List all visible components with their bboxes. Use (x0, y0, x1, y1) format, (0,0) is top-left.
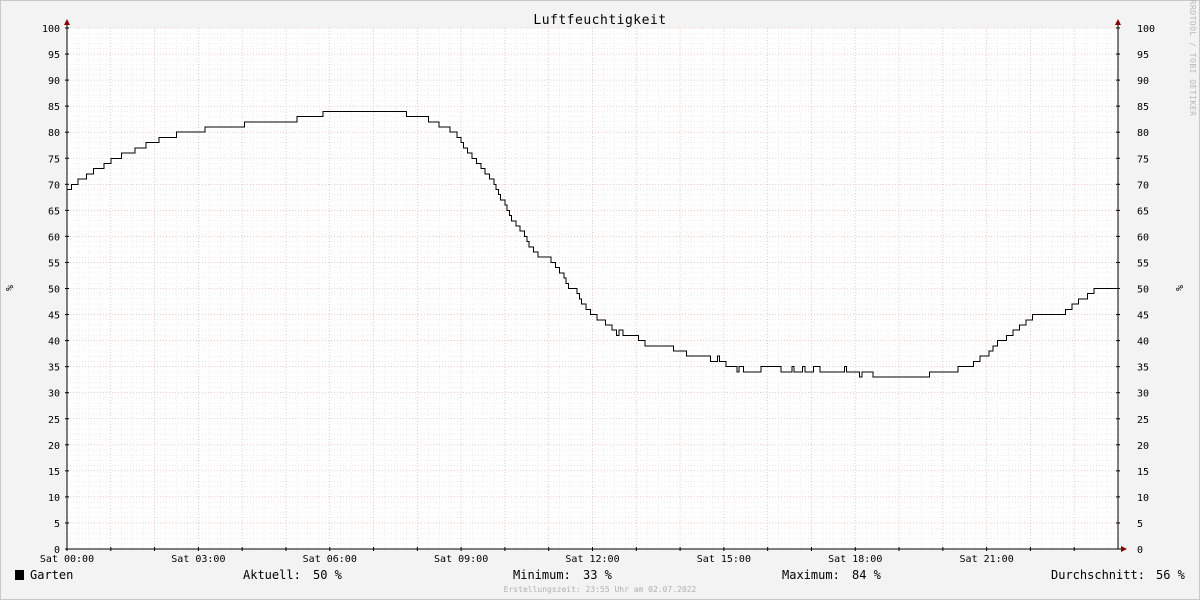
y-tick-label-right: 60 (1137, 232, 1149, 243)
watermark: RRDTOOL / TOBI OETIKER (1188, 0, 1197, 116)
y-axis-unit-left: % (5, 285, 16, 291)
y-tick-label-right: 70 (1137, 180, 1149, 191)
x-tick-label: Sat 00:00 (40, 554, 94, 565)
x-tick-label: Sat 09:00 (434, 554, 488, 565)
legend-current-value: 50 % (313, 568, 343, 582)
x-axis-arrow (1121, 546, 1127, 552)
y-tick-label-left: 90 (48, 76, 60, 87)
legend-min-label: Minimum: (513, 568, 571, 582)
y-tick-label-left: 55 (48, 258, 60, 269)
y-tick-label-left: 70 (48, 180, 60, 191)
y-tick-label-left: 25 (48, 415, 60, 426)
footer-timestamp: Erstellungszeit: 23:55 Uhr am 02.07.2022 (504, 585, 697, 594)
x-tick-label: Sat 12:00 (565, 554, 619, 565)
y-tick-label-right: 95 (1137, 50, 1149, 61)
y-tick-label-left: 40 (48, 337, 60, 348)
chart-title: Luftfeuchtigkeit (533, 13, 666, 28)
y-tick-label-left: 80 (48, 128, 60, 139)
legend-current-label: Aktuell: (243, 568, 301, 582)
y-tick-label-right: 55 (1137, 258, 1149, 269)
x-tick-label: Sat 18:00 (828, 554, 882, 565)
y-tick-label-right: 0 (1137, 545, 1143, 556)
legend-max-value: 84 % (852, 568, 882, 582)
y-tick-label-right: 5 (1137, 519, 1143, 530)
y-tick-label-right: 100 (1137, 24, 1155, 35)
legend-avg-value: 56 % (1156, 568, 1186, 582)
x-tick-label: Sat 21:00 (960, 554, 1014, 565)
y-axis-arrow-right (1115, 19, 1121, 25)
y-tick-label-right: 85 (1137, 102, 1149, 113)
y-axis-arrow-left (64, 19, 70, 25)
y-tick-labels-left: 0510152025303540455055606570758085909510… (42, 24, 60, 556)
y-tick-label-left: 15 (48, 467, 60, 478)
y-tick-label-left: 75 (48, 154, 60, 165)
y-tick-label-left: 50 (48, 285, 60, 296)
y-tick-label-left: 100 (42, 24, 60, 35)
y-axis-unit-right: % (1175, 285, 1186, 291)
y-tick-label-right: 50 (1137, 285, 1149, 296)
x-tick-label: Sat 06:00 (303, 554, 357, 565)
y-tick-label-right: 25 (1137, 415, 1149, 426)
legend-series-name: Garten (30, 568, 73, 582)
y-tick-label-left: 10 (48, 493, 60, 504)
x-tick-label: Sat 03:00 (171, 554, 225, 565)
y-tick-label-right: 40 (1137, 337, 1149, 348)
y-tick-label-right: 45 (1137, 311, 1149, 322)
y-tick-label-right: 65 (1137, 206, 1149, 217)
y-tick-label-left: 95 (48, 50, 60, 61)
y-tick-label-left: 45 (48, 311, 60, 322)
y-tick-label-right: 15 (1137, 467, 1149, 478)
y-tick-label-right: 30 (1137, 389, 1149, 400)
legend-avg-label: Durchschnitt: (1051, 568, 1145, 582)
y-tick-label-left: 60 (48, 232, 60, 243)
y-tick-label-right: 20 (1137, 441, 1149, 452)
y-tick-label-right: 90 (1137, 76, 1149, 87)
x-tick-labels: Sat 00:00 Sat 03:00 Sat 06:00 Sat 09:00 Sat … (40, 554, 1014, 565)
y-tick-label-left: 85 (48, 102, 60, 113)
x-tick-label: Sat 15:00 (697, 554, 751, 565)
humidity-chart: 0 5 10 15 20 25 30 35 40 45 50 55 60 65 70 75 80 85 90 95 10… (5, 0, 1197, 594)
y-tick-label-right: 75 (1137, 154, 1149, 165)
y-tick-label-left: 30 (48, 389, 60, 400)
y-tick-label-left: 65 (48, 206, 60, 217)
legend-max-label: Maximum: (782, 568, 840, 582)
y-tick-label-left: 5 (54, 519, 60, 530)
y-tick-label-left: 35 (48, 363, 60, 374)
y-tick-label-left: 20 (48, 441, 60, 452)
legend-swatch (15, 570, 24, 580)
y-tick-labels-right: 0 5 10 15 20 25 30 35 40 45 50 55 60 65 70 75 80 85 90 95 10… (1137, 24, 1155, 556)
y-tick-label-right: 35 (1137, 363, 1149, 374)
y-tick-label-right: 80 (1137, 128, 1149, 139)
y-tick-label-right: 10 (1137, 493, 1149, 504)
legend-min-value: 33 % (583, 568, 613, 582)
